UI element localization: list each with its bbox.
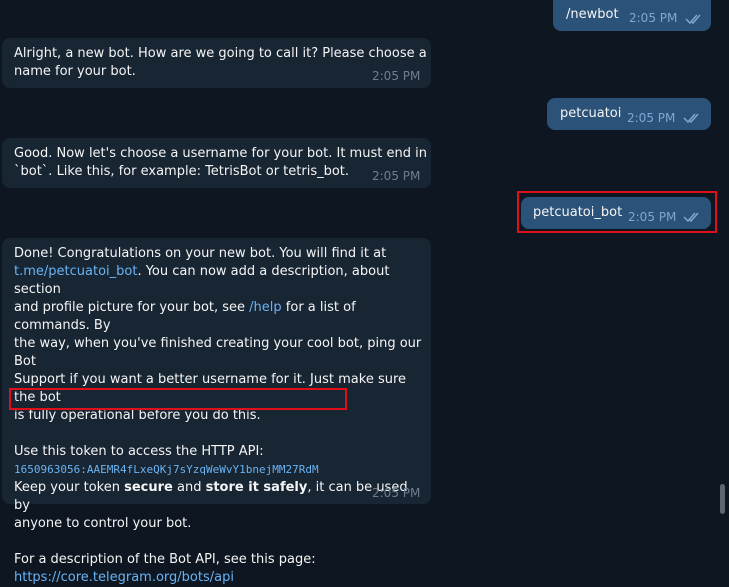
message-time: 2:05 PM bbox=[372, 486, 421, 500]
message-in-choose-name[interactable]: Alright, a new bot. How are we going to … bbox=[2, 38, 431, 88]
read-check-icon bbox=[683, 113, 699, 124]
message-text: Done! Congratulations on your new bot. Y… bbox=[14, 246, 426, 585]
message-time: 2:05 PM bbox=[372, 169, 421, 183]
message-text: /newbot bbox=[566, 7, 619, 22]
message-out-petcuatoi[interactable]: petcuatoi 2:05 PM bbox=[547, 98, 711, 130]
read-check-icon bbox=[685, 14, 701, 25]
api-docs-link[interactable]: https://core.telegram.org/bots/api bbox=[14, 570, 234, 585]
message-time: 2:05 PM bbox=[629, 11, 678, 25]
help-command-link[interactable]: /help bbox=[249, 300, 281, 315]
chat-scrollbar[interactable] bbox=[720, 484, 725, 514]
message-text: Alright, a new bot. How are we going to … bbox=[14, 46, 427, 79]
message-in-done[interactable]: Done! Congratulations on your new bot. Y… bbox=[2, 238, 431, 585]
bot-link[interactable]: t.me/petcuatoi_bot bbox=[14, 264, 137, 279]
message-time: 2:05 PM bbox=[627, 111, 676, 125]
message-in-choose-username[interactable]: Good. Now let's choose a username for yo… bbox=[2, 138, 431, 188]
highlight-box-username bbox=[517, 191, 717, 233]
message-text: Good. Now let's choose a username for yo… bbox=[14, 146, 427, 179]
message-time: 2:05 PM bbox=[372, 69, 421, 83]
message-out-newbot[interactable]: /newbot 2:05 PM bbox=[553, 0, 711, 31]
api-token[interactable]: 1650963056:AAEMR4fLxeQKj7sYzqWeWvY1bnejM… bbox=[14, 463, 319, 476]
highlight-box-token bbox=[9, 388, 347, 410]
message-text: petcuatoi bbox=[560, 106, 622, 121]
